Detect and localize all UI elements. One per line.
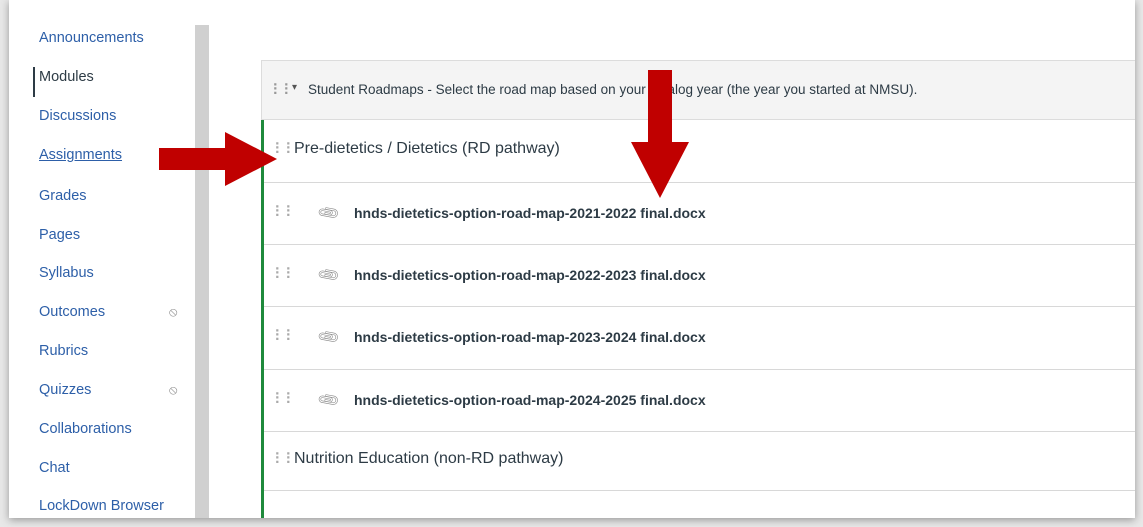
- active-nav-indicator: [33, 67, 35, 97]
- nav-chat[interactable]: Chat: [39, 458, 70, 478]
- module-item-link[interactable]: hnds-dietetics-option-road-map-2021-2022…: [354, 205, 706, 221]
- eye-slash-icon: ⦸: [169, 382, 178, 397]
- paperclip-icon: 📎︎: [316, 200, 342, 226]
- drag-handle-icon[interactable]: ⠇⠇: [274, 203, 296, 221]
- subheader-title: Nutrition Education (non-RD pathway): [294, 450, 564, 467]
- module-item-link[interactable]: hnds-dietetics-option-road-map-2023-2024…: [354, 329, 706, 345]
- module-item-link[interactable]: hnds-dietetics-option-road-map-2024-2025…: [354, 392, 706, 408]
- paperclip-icon: 📎︎: [316, 387, 342, 413]
- module-item-link[interactable]: hnds-dietetics-option-road-map-2022-2023…: [354, 267, 706, 283]
- nav-syllabus[interactable]: Syllabus: [39, 263, 94, 283]
- nav-lockdown-browser[interactable]: LockDown Browser: [39, 496, 164, 516]
- nav-assignments[interactable]: Assignments: [39, 145, 122, 165]
- eye-slash-icon: ⦸: [169, 304, 178, 319]
- drag-handle-icon[interactable]: ⠇⠇: [274, 450, 296, 468]
- course-navigation: Announcements Modules Discussions Assign…: [9, 0, 199, 518]
- subheader-row[interactable]: ⠇⠇ Pre-dietetics / Dietetics (RD pathway…: [264, 120, 1135, 183]
- caret-down-icon[interactable]: ▾: [292, 82, 297, 93]
- drag-handle-icon[interactable]: ⠇⠇: [274, 390, 296, 408]
- nav-discussions[interactable]: Discussions: [39, 106, 116, 126]
- module-title: Student Roadmaps - Select the road map b…: [308, 82, 918, 97]
- nav-rubrics[interactable]: Rubrics: [39, 341, 88, 361]
- nav-outcomes[interactable]: Outcomes: [39, 302, 105, 322]
- nav-pages[interactable]: Pages: [39, 225, 80, 245]
- module-item-row[interactable]: ⠇⠇ 📎︎ hnds-dietetics-option-road-map-202…: [264, 370, 1135, 432]
- module-header[interactable]: ⠇⠇ ▾ Student Roadmaps - Select the road …: [261, 60, 1135, 120]
- nav-quizzes[interactable]: Quizzes: [39, 380, 91, 400]
- module-item-row[interactable]: ⠇⠇ 📎︎ hnds-dietetics-option-road-map-202…: [264, 307, 1135, 370]
- drag-handle-icon[interactable]: ⠇⠇: [272, 81, 294, 99]
- subheader-row[interactable]: ⠇⠇ Nutrition Education (non-RD pathway): [264, 432, 1135, 491]
- nav-announcements[interactable]: Announcements: [39, 28, 144, 48]
- module-items: ⠇⠇ Pre-dietetics / Dietetics (RD pathway…: [261, 120, 1135, 518]
- annotation-arrow-right: [159, 132, 277, 186]
- nav-grades[interactable]: Grades: [39, 186, 87, 206]
- subheader-title: Pre-dietetics / Dietetics (RD pathway): [294, 140, 560, 157]
- module-item-row[interactable]: ⠇⠇ 📎︎ hnds-dietetics-option-road-map-202…: [264, 183, 1135, 245]
- paperclip-icon: 📎︎: [316, 262, 342, 288]
- module-item-row[interactable]: ⠇⠇ 📎︎ hnds-dietetics-option-road-map-202…: [264, 245, 1135, 307]
- screenshot-frame: Announcements Modules Discussions Assign…: [9, 0, 1135, 518]
- nav-scrollbar[interactable]: [195, 25, 209, 518]
- modules-content: ⠇⠇ ▾ Student Roadmaps - Select the road …: [261, 0, 1135, 518]
- drag-handle-icon[interactable]: ⠇⠇: [274, 265, 296, 283]
- nav-modules[interactable]: Modules: [39, 67, 94, 87]
- paperclip-icon: 📎︎: [316, 324, 342, 350]
- annotation-arrow-down: [631, 70, 689, 198]
- drag-handle-icon[interactable]: ⠇⠇: [274, 327, 296, 345]
- nav-collaborations[interactable]: Collaborations: [39, 419, 132, 439]
